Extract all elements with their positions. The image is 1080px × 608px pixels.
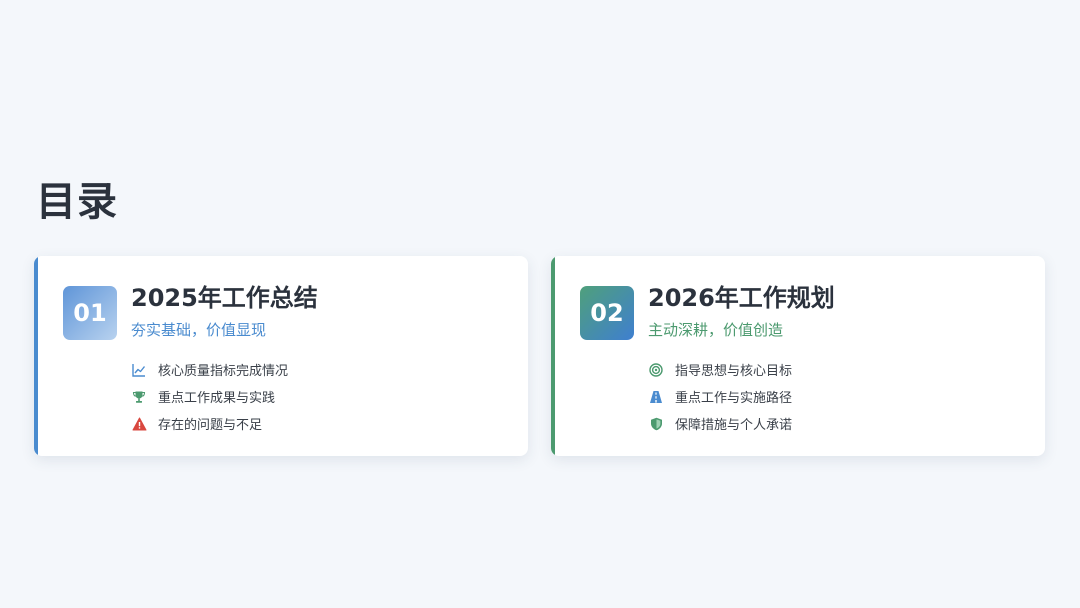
warning-triangle-icon [131,416,147,432]
list-item-label: 重点工作成果与实践 [158,391,276,406]
section-card-2026-plan[interactable]: 02 2026年工作规划 主动深耕，价值创造 指导思想与核心目标 重点工作与实施… [551,256,1045,456]
shield-icon [648,416,664,432]
list-item-label: 指导思想与核心目标 [675,364,793,379]
page-title: 目录 [36,179,118,225]
section-subtitle: 夯实基础，价值显现 [131,321,267,339]
section-subtitle: 主动深耕，价值创造 [648,321,784,339]
trophy-icon [131,389,147,405]
slide: 目录 01 2025年工作总结 夯实基础，价值显现 核心质量指标完成情况 重点工… [0,0,1080,608]
list-item: 保障措施与个人承诺 [648,410,792,437]
list-item-label: 存在的问题与不足 [158,418,263,433]
section-item-list: 核心质量指标完成情况 重点工作成果与实践 存在的问题与不足 [131,356,288,437]
section-item-list: 指导思想与核心目标 重点工作与实施路径 保障措施与个人承诺 [648,356,792,437]
section-number-badge: 01 [63,286,117,340]
section-number-badge: 02 [580,286,634,340]
list-item: 指导思想与核心目标 [648,356,792,383]
section-title: 2026年工作规划 [648,284,835,312]
list-item-label: 重点工作与实施路径 [675,391,793,406]
road-icon [648,389,664,405]
list-item: 核心质量指标完成情况 [131,356,288,383]
list-item-label: 保障措施与个人承诺 [675,418,793,433]
section-card-2025-summary[interactable]: 01 2025年工作总结 夯实基础，价值显现 核心质量指标完成情况 重点工作成果… [34,256,528,456]
chart-line-icon [131,362,147,378]
list-item: 重点工作成果与实践 [131,383,288,410]
list-item: 重点工作与实施路径 [648,383,792,410]
target-icon [648,362,664,378]
list-item: 存在的问题与不足 [131,410,288,437]
section-title: 2025年工作总结 [131,284,318,312]
list-item-label: 核心质量指标完成情况 [158,364,289,379]
